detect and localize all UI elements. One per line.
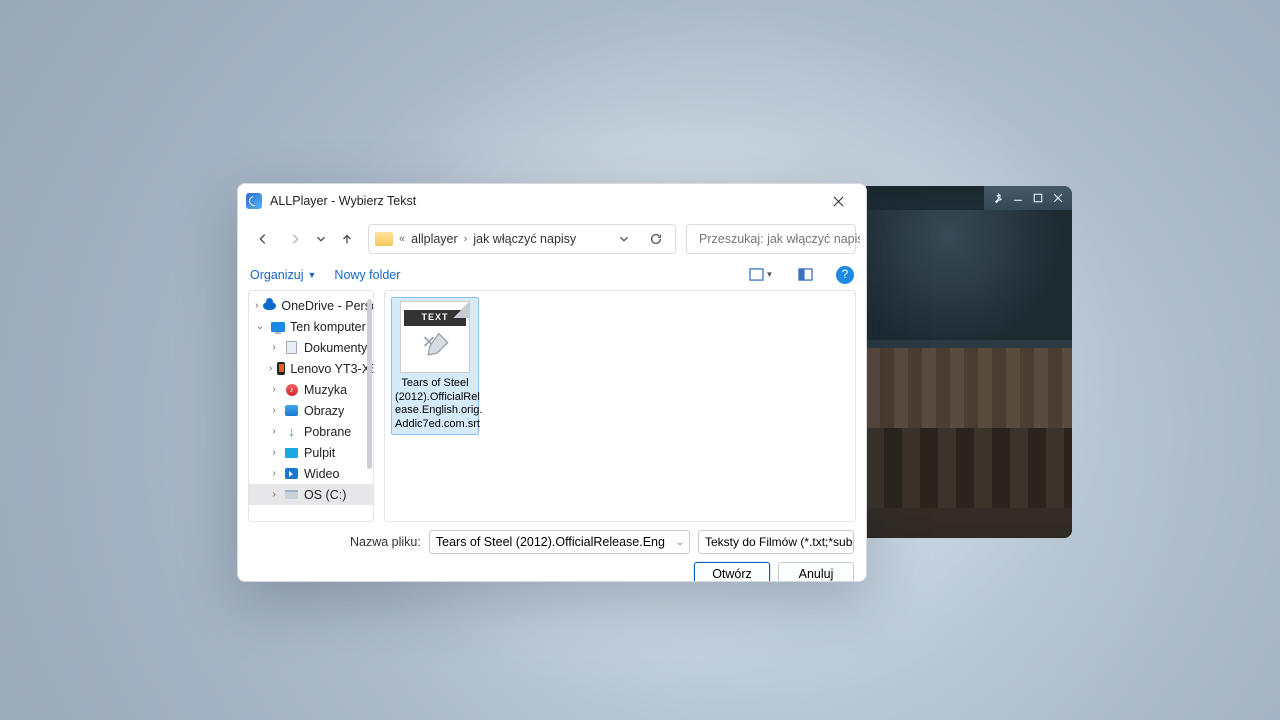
- expand-icon[interactable]: ›: [255, 300, 258, 311]
- cancel-button[interactable]: Anuluj: [778, 562, 854, 582]
- doc-icon: [284, 341, 299, 355]
- pin-icon[interactable]: [990, 191, 1006, 205]
- tree-item-label: Pobrane: [304, 425, 351, 439]
- video-player-window: [866, 186, 1072, 538]
- tree-item-pc[interactable]: ⌄ Ten komputer: [249, 316, 373, 337]
- tree-item-drive[interactable]: › OS (C:): [249, 484, 373, 505]
- expand-icon[interactable]: ›: [269, 384, 279, 395]
- tree-item-video[interactable]: › Wideo: [249, 463, 373, 484]
- dl-icon: ↓: [284, 425, 299, 439]
- organize-menu[interactable]: Organizuj▼: [250, 268, 316, 282]
- dialog-title: ALLPlayer - Wybierz Tekst: [270, 194, 416, 208]
- tree-item-label: Obrazy: [304, 404, 344, 418]
- up-button[interactable]: [332, 224, 362, 254]
- tree-item-label: Dokumenty: [304, 341, 367, 355]
- subtitle-file-icon: [419, 330, 455, 362]
- expand-icon[interactable]: ›: [269, 447, 279, 458]
- file-list[interactable]: TEXT Tears of Steel (2012).OfficialRel e…: [384, 290, 856, 522]
- app-icon: [246, 193, 262, 209]
- tree-item-music[interactable]: › ♪ Muzyka: [249, 379, 373, 400]
- breadcrumb-dropdown[interactable]: [611, 226, 637, 252]
- file-label-line-3: Addic7ed.com.srt: [395, 418, 475, 432]
- open-button[interactable]: Otwórz: [694, 562, 770, 582]
- search-box[interactable]: [686, 224, 856, 254]
- help-button[interactable]: ?: [836, 266, 854, 284]
- search-input[interactable]: [699, 232, 860, 246]
- filter-label: Teksty do Filmów (*.txt;*sub;*.srt: [705, 535, 854, 549]
- phone-icon: [277, 362, 285, 376]
- breadcrumb-prefix: «: [399, 233, 405, 245]
- refresh-button[interactable]: [643, 226, 669, 252]
- toolbar: Organizuj▼ Nowy folder ▼ ?: [238, 260, 866, 290]
- expand-icon[interactable]: ›: [269, 405, 279, 416]
- maximize-icon[interactable]: [1030, 191, 1046, 205]
- chevron-down-icon: ▼: [766, 270, 774, 279]
- preview-pane-button[interactable]: [792, 264, 818, 286]
- close-dialog-button[interactable]: [820, 187, 856, 215]
- file-label-line-1: (2012).OfficialRel: [395, 391, 475, 405]
- tree-scrollbar[interactable]: [367, 299, 372, 469]
- expand-icon[interactable]: ›: [269, 489, 279, 500]
- tree-item-label: Pulpit: [304, 446, 335, 460]
- breadcrumb-segment-1[interactable]: jak włączyć napisy: [473, 232, 576, 246]
- tree-item-doc[interactable]: › Dokumenty: [249, 337, 373, 358]
- nav-bar: « allplayer › jak włączyć napisy: [238, 218, 866, 260]
- file-label-line-2: ease.English.orig.: [395, 404, 475, 418]
- video-titlebar: [984, 186, 1072, 210]
- tree-item-dl[interactable]: › ↓ Pobrane: [249, 421, 373, 442]
- filter-dropdown[interactable]: Teksty do Filmów (*.txt;*sub;*.srt ⌄: [698, 530, 854, 554]
- images-icon: [284, 404, 299, 418]
- cloud-icon: [263, 299, 276, 313]
- tree-item-images[interactable]: › Obrazy: [249, 400, 373, 421]
- back-button[interactable]: [248, 224, 278, 254]
- folder-tree[interactable]: › OneDrive - Person ⌄ Ten komputer › Dokument…: [248, 290, 374, 522]
- music-icon: ♪: [284, 383, 299, 397]
- file-thumbnail: TEXT: [400, 301, 470, 373]
- expand-icon[interactable]: ›: [269, 342, 279, 353]
- expand-icon[interactable]: ›: [269, 468, 279, 479]
- expand-icon[interactable]: ›: [269, 363, 272, 374]
- text-badge: TEXT: [404, 310, 466, 326]
- tree-item-label: OneDrive - Person: [281, 299, 373, 313]
- minimize-icon[interactable]: [1010, 191, 1026, 205]
- file-open-dialog: ALLPlayer - Wybierz Tekst « allplayer › …: [237, 183, 867, 582]
- filename-dropdown[interactable]: ⌄: [671, 537, 689, 548]
- file-item-selected[interactable]: TEXT Tears of Steel (2012).OfficialRel e…: [391, 297, 479, 435]
- breadcrumb[interactable]: « allplayer › jak włączyć napisy: [368, 224, 676, 254]
- filename-input[interactable]: [430, 535, 671, 549]
- drive-icon: [284, 488, 299, 502]
- video-icon: [284, 467, 299, 481]
- tree-item-desktop[interactable]: › Pulpit: [249, 442, 373, 463]
- filename-label: Nazwa pliku:: [350, 535, 421, 549]
- dialog-footer: Nazwa pliku: ⌄ Teksty do Filmów (*.txt;*…: [238, 522, 866, 582]
- filename-field[interactable]: ⌄: [429, 530, 690, 554]
- desktop-icon: [284, 446, 299, 460]
- tree-item-label: Muzyka: [304, 383, 347, 397]
- pc-icon: [270, 320, 285, 334]
- expand-icon[interactable]: ⌄: [255, 321, 265, 332]
- tree-item-label: Wideo: [304, 467, 339, 481]
- chevron-down-icon: ▼: [308, 270, 317, 280]
- tree-item-cloud[interactable]: › OneDrive - Person: [249, 295, 373, 316]
- tree-item-label: Lenovo YT3-X50: [290, 362, 373, 376]
- forward-button[interactable]: [280, 224, 310, 254]
- view-mode-button[interactable]: ▼: [748, 264, 774, 286]
- new-folder-button[interactable]: Nowy folder: [334, 268, 400, 282]
- tree-item-phone[interactable]: › Lenovo YT3-X50: [249, 358, 373, 379]
- dialog-titlebar: ALLPlayer - Wybierz Tekst: [238, 184, 866, 218]
- expand-icon[interactable]: ›: [269, 426, 279, 437]
- folder-icon: [375, 232, 393, 246]
- breadcrumb-segment-0[interactable]: allplayer: [411, 232, 458, 246]
- tree-item-label: OS (C:): [304, 488, 346, 502]
- close-video-icon[interactable]: [1050, 191, 1066, 205]
- file-label-line-0: Tears of Steel: [395, 377, 475, 391]
- tree-item-label: Ten komputer: [290, 320, 366, 334]
- history-dropdown[interactable]: [312, 224, 330, 254]
- chevron-right-icon: ›: [464, 233, 468, 245]
